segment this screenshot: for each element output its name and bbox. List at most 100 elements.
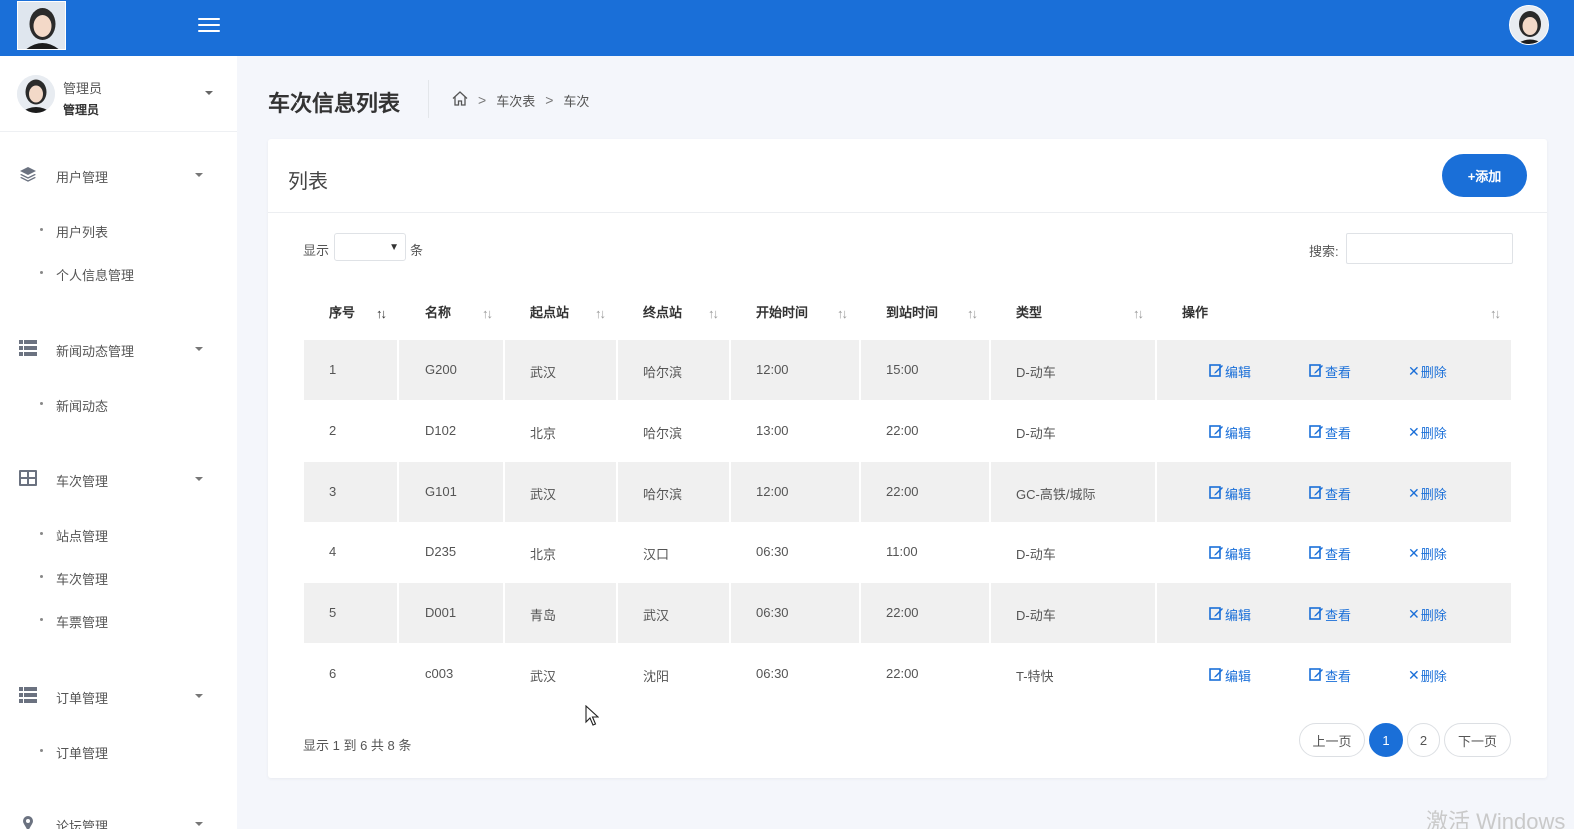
page-size-label: 显示: [303, 243, 330, 258]
cell-origin-text: 武汉: [530, 365, 557, 380]
bullet-icon: [40, 228, 43, 231]
sidebar-group-label: 车次管理: [56, 474, 109, 489]
table-row: 6 c003 武汉 沈阳 06:30 22:00 T-特快 编辑 查看 ✕ 删除: [304, 644, 1511, 704]
edit-button[interactable]: 编辑: [1209, 423, 1251, 442]
sidebar-group-label: 新闻动态管理: [56, 344, 135, 359]
sidebar-item-orders[interactable]: 订单管理: [40, 740, 230, 762]
view-button[interactable]: 查看: [1309, 423, 1351, 442]
close-icon: ✕: [1408, 484, 1420, 501]
cell-arrival-time: 22:00: [861, 583, 991, 644]
sidebar-item-user-list[interactable]: 用户列表: [40, 219, 230, 241]
menu-toggle-icon[interactable]: [198, 14, 220, 36]
add-button[interactable]: +添加: [1442, 154, 1527, 197]
list-card: 列表 +添加 显示 ▼ 条 搜索: 序号 ↑↓ 名称 ↑↓ 起点站 ↑↓ 终点站 ↑↓ …: [268, 139, 1547, 778]
delete-button[interactable]: ✕ 删除: [1408, 423, 1447, 442]
view-button[interactable]: 查看: [1309, 484, 1351, 503]
cell-arrival-time: 22:00: [861, 401, 991, 461]
cell-destination-text: 沈阳: [643, 669, 670, 684]
cell-name-text: G101: [425, 483, 457, 499]
cell-start-time-text: 06:30: [756, 605, 789, 621]
delete-button-label: 删除: [1420, 669, 1447, 684]
sidebar-item-news[interactable]: 新闻动态: [40, 393, 230, 415]
cell-destination-text: 哈尔滨: [643, 425, 683, 441]
cell-destination-text: 哈尔滨: [643, 486, 683, 502]
view-button[interactable]: 查看: [1309, 605, 1351, 624]
edit-button[interactable]: 编辑: [1209, 605, 1251, 624]
cell-destination: 哈尔滨: [618, 401, 731, 461]
sidebar-item-stations[interactable]: 站点管理: [40, 523, 230, 545]
column-header-destination[interactable]: 终点站 ↑↓: [618, 289, 730, 339]
column-header-actions[interactable]: 操作 ↑↓: [1157, 289, 1511, 339]
sidebar-group-order-management[interactable]: 订单管理: [0, 680, 237, 710]
column-header-arrival-time[interactable]: 到站时间 ↑↓: [861, 289, 990, 339]
edit-icon: [1309, 485, 1325, 502]
view-button[interactable]: 查看: [1309, 362, 1351, 381]
view-button-label: 查看: [1325, 425, 1352, 441]
view-button[interactable]: 查看: [1309, 544, 1351, 563]
bullet-icon: [40, 271, 43, 274]
page-button-2[interactable]: 2: [1407, 723, 1440, 757]
pagination-info: 显示 1 到 6 共 8 条: [303, 738, 412, 753]
cell-start-time-text: 12:00: [756, 362, 789, 377]
delete-button[interactable]: ✕ 删除: [1408, 484, 1447, 503]
cell-name: c003: [400, 644, 505, 704]
cell-start-time: 06:30: [731, 522, 861, 582]
edit-button[interactable]: 编辑: [1209, 362, 1251, 381]
sidebar-item-profile[interactable]: 个人信息管理: [40, 262, 230, 284]
edit-button-label: 编辑: [1225, 486, 1252, 502]
column-header-name[interactable]: 名称 ↑↓: [400, 289, 504, 339]
edit-button[interactable]: 编辑: [1209, 666, 1251, 685]
view-button[interactable]: 查看: [1309, 666, 1351, 685]
cell-type-text: D-动车: [1016, 608, 1056, 624]
caret-down-icon[interactable]: [205, 91, 213, 95]
edit-icon: [1209, 545, 1225, 562]
cell-arrival-time-text: 22:00: [886, 666, 919, 681]
column-header-origin[interactable]: 起点站 ↑↓: [505, 289, 617, 339]
cell-name-text: G200: [425, 362, 457, 377]
top-user-avatar[interactable]: [1509, 5, 1549, 45]
delete-button[interactable]: ✕ 删除: [1408, 544, 1447, 563]
sort-icon: ↑↓: [482, 306, 493, 321]
sort-icon: ↑↓: [837, 306, 848, 321]
search-input[interactable]: [1346, 233, 1513, 264]
cell-type-text: D-动车: [1016, 365, 1056, 380]
cell-destination: 沈阳: [618, 644, 731, 704]
cell-origin: 青岛: [505, 583, 618, 644]
delete-button[interactable]: ✕ 删除: [1408, 666, 1447, 685]
prev-page-button[interactable]: 上一页: [1299, 723, 1365, 757]
breadcrumb-item[interactable]: 车次表: [496, 91, 535, 110]
column-header-index[interactable]: 序号 ↑↓: [304, 289, 398, 339]
delete-button-label: 删除: [1420, 486, 1447, 502]
sidebar-group-user-management[interactable]: 用户管理: [0, 159, 237, 189]
page-button-1[interactable]: 1: [1369, 723, 1403, 757]
home-icon[interactable]: [452, 91, 468, 109]
column-header-start-time[interactable]: 开始时间 ↑↓: [731, 289, 860, 339]
edit-button-label: 编辑: [1225, 608, 1252, 624]
cell-start-time-text: 12:00: [756, 483, 789, 499]
edit-button[interactable]: 编辑: [1209, 484, 1251, 503]
sidebar-group-news-management[interactable]: 新闻动态管理: [0, 333, 237, 363]
edit-icon: [1309, 363, 1325, 380]
cell-type: D-动车: [991, 401, 1157, 461]
delete-button[interactable]: ✕ 删除: [1408, 605, 1447, 624]
page-size-select[interactable]: ▼: [334, 233, 406, 261]
delete-button[interactable]: ✕ 删除: [1408, 362, 1447, 381]
sidebar-user-panel[interactable]: 管理员 管理员: [0, 56, 237, 132]
card-title: 列表: [288, 171, 328, 193]
cell-type: D-动车: [991, 522, 1157, 582]
delete-button-label: 删除: [1420, 365, 1447, 380]
cell-origin: 武汉: [505, 644, 618, 704]
cell-start-time-text: 13:00: [756, 422, 789, 438]
delete-button-label: 删除: [1420, 608, 1447, 624]
sidebar-item-trains[interactable]: 车次管理: [40, 566, 230, 588]
next-page-button[interactable]: 下一页: [1444, 723, 1511, 757]
top-navbar: [0, 0, 1574, 56]
edit-button[interactable]: 编辑: [1209, 544, 1251, 563]
sidebar-group-label: 用户管理: [56, 170, 109, 185]
sidebar-group-forum-management[interactable]: 论坛管理: [0, 808, 237, 829]
sidebar-group-train-management[interactable]: 车次管理: [0, 463, 237, 493]
column-header-type[interactable]: 类型 ↑↓: [991, 289, 1156, 339]
cell-name-text: c003: [425, 666, 454, 681]
view-button-label: 查看: [1325, 547, 1352, 563]
sidebar-item-tickets[interactable]: 车票管理: [40, 609, 230, 631]
